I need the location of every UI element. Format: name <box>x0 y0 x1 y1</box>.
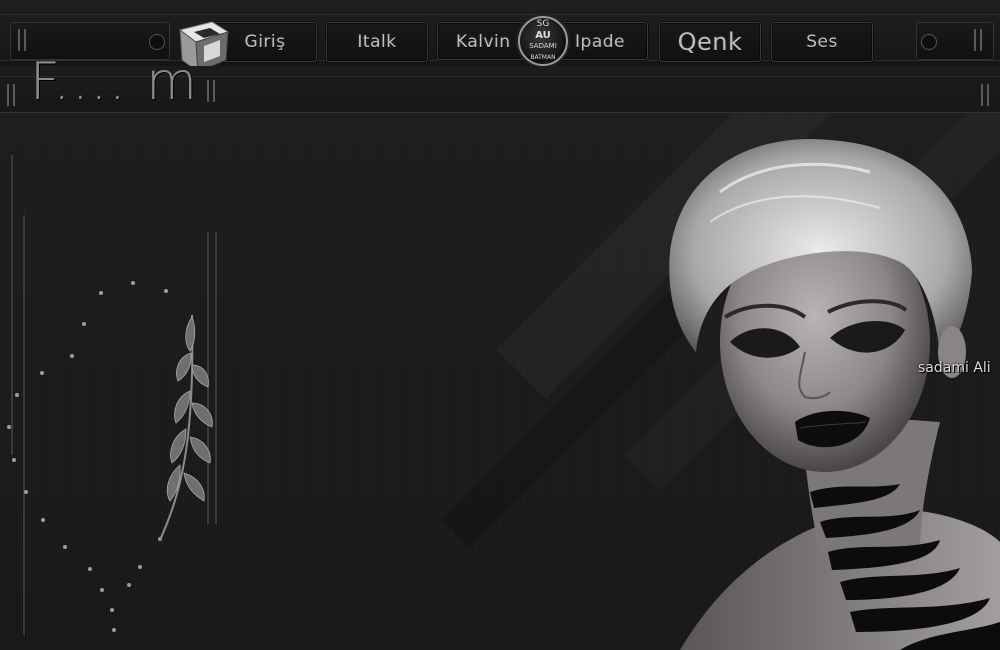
decor-dot <box>12 458 16 462</box>
nav-qenk-button[interactable]: Qenk <box>659 22 761 62</box>
decor-dot <box>100 588 104 592</box>
decor-dot <box>63 545 67 549</box>
site-logo-text[interactable]: F.... m <box>30 50 199 114</box>
pipes-icon <box>6 84 16 106</box>
decor-dot <box>164 289 168 293</box>
decor-dot <box>131 281 135 285</box>
decor-dot <box>99 291 103 295</box>
decor-dot <box>112 628 116 632</box>
badge-line4: BATMAN <box>530 54 556 61</box>
pipes-icon <box>980 84 990 106</box>
knob-icon <box>921 34 937 50</box>
decor-dot <box>7 425 11 429</box>
pipes-icon <box>973 29 983 51</box>
pipes-icon <box>17 29 27 51</box>
decor-dot <box>15 393 19 397</box>
badge-line2: AU <box>535 30 551 41</box>
nav-kalvin-button[interactable]: Kalvin <box>437 22 527 60</box>
decor-dot <box>41 518 45 522</box>
nav-ipade-button[interactable]: Ipade <box>556 22 648 60</box>
decor-dot <box>127 583 131 587</box>
round-badge-logo[interactable]: SG AU SADAMI BATMAN <box>518 16 568 66</box>
nav-ses-button[interactable]: Ses <box>771 22 873 62</box>
decor-dot <box>40 371 44 375</box>
decor-dot <box>70 354 74 358</box>
decor-dot <box>88 567 92 571</box>
leaf-branch-icon <box>159 314 213 541</box>
badge-line3: SADAMI <box>529 42 557 50</box>
badge-line1: SG <box>536 19 550 29</box>
decor-line <box>11 155 13 455</box>
decor-dot <box>82 322 86 326</box>
signature-text: sadami Ali <box>918 360 991 376</box>
portrait-image <box>669 138 1000 650</box>
decor-dot <box>110 608 114 612</box>
right-endcap <box>916 22 994 60</box>
decor-dot <box>138 565 142 569</box>
nav-italk-button[interactable]: Italk <box>326 22 428 62</box>
decor-line <box>23 215 25 635</box>
decor-dot <box>24 490 28 494</box>
knob-icon <box>149 34 165 50</box>
top-rail <box>0 14 1000 15</box>
pipes-icon <box>206 80 216 108</box>
